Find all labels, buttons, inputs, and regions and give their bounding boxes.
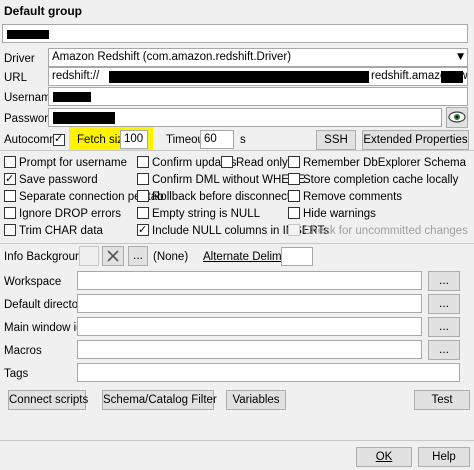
profile-name-input[interactable] <box>2 24 468 43</box>
option-hide-warnings[interactable]: Hide warnings <box>288 206 376 222</box>
default-directory-input[interactable] <box>77 294 422 313</box>
default-directory-label: Default directory <box>4 299 88 311</box>
password-input[interactable] <box>48 108 442 127</box>
checkbox[interactable] <box>4 207 16 219</box>
checkbox[interactable] <box>4 171 16 187</box>
chevron-down-icon[interactable]: ▼ <box>457 49 464 66</box>
help-button[interactable]: Help <box>418 447 470 467</box>
ssh-button[interactable]: SSH <box>316 130 356 150</box>
option-rollback-before-disconnect[interactable]: Rollback before disconnect <box>137 189 290 205</box>
tags-label: Tags <box>4 368 29 380</box>
driver-label: Driver <box>4 53 35 65</box>
option-check-uncommitted-changes[interactable]: Check for uncommitted changes <box>288 223 468 239</box>
option-remove-comments[interactable]: Remove comments <box>288 189 402 205</box>
option-confirm-dml[interactable]: Confirm DML without WHERE <box>137 172 305 188</box>
redaction-bar <box>7 30 49 39</box>
driver-value: Amazon Redshift (com.amazon.redshift.Dri… <box>52 51 292 63</box>
checkbox[interactable] <box>288 190 300 202</box>
fetch-size-input[interactable]: 100 <box>120 130 148 149</box>
macros-input[interactable] <box>77 340 422 359</box>
autocommit-checkbox[interactable] <box>53 132 65 146</box>
x-icon <box>107 250 119 262</box>
checkbox[interactable] <box>137 190 149 202</box>
divider <box>0 243 474 244</box>
schema-catalog-filter-button[interactable]: Schema/Catalog Filter <box>102 390 217 410</box>
redaction-bar <box>441 71 463 83</box>
checkbox[interactable] <box>288 207 300 219</box>
checkbox[interactable] <box>288 173 300 185</box>
macros-browse-button[interactable]: ... <box>428 340 460 360</box>
timeout-input[interactable]: 60 <box>200 130 234 149</box>
url-label: URL <box>4 72 28 84</box>
checkbox[interactable] <box>137 222 149 238</box>
option-save-password[interactable]: Save password <box>4 171 98 188</box>
default-directory-browse-button[interactable]: ... <box>428 294 460 314</box>
color-swatch[interactable] <box>79 246 99 266</box>
workspace-browse-button[interactable]: ... <box>428 271 460 291</box>
option-empty-string-null[interactable]: Empty string is NULL <box>137 206 260 222</box>
option-prompt-username[interactable]: Prompt for username <box>4 155 127 171</box>
extended-properties-button[interactable]: Extended Properties <box>362 130 469 150</box>
alternate-delimiter-input[interactable] <box>281 247 313 266</box>
option-store-completion-cache[interactable]: Store completion cache locally <box>288 172 458 188</box>
checkbox[interactable] <box>137 173 149 185</box>
clear-color-button[interactable] <box>102 246 124 266</box>
checkbox[interactable] <box>221 156 233 168</box>
option-remember-dbexplorer-schema[interactable]: Remember DbExplorer Schema <box>288 155 466 171</box>
tags-input[interactable] <box>77 363 460 382</box>
redaction-bar <box>53 112 115 124</box>
choose-color-button[interactable]: ... <box>128 246 148 266</box>
show-password-button[interactable] <box>446 107 468 128</box>
checkbox[interactable] <box>288 156 300 168</box>
checkbox[interactable] <box>4 224 16 236</box>
password-label: Password <box>4 113 55 125</box>
main-window-icon-input[interactable] <box>77 317 422 336</box>
url-input[interactable]: redshift:// redshift.amazonaws.com <box>48 67 468 86</box>
username-input[interactable] <box>48 87 468 106</box>
option-trim-char-data[interactable]: Trim CHAR data <box>4 223 103 239</box>
driver-select[interactable]: Amazon Redshift (com.amazon.redshift.Dri… <box>48 48 468 67</box>
eye-icon <box>448 111 466 123</box>
divider <box>0 440 474 441</box>
option-ignore-drop-errors[interactable]: Ignore DROP errors <box>4 206 121 222</box>
checkbox[interactable] <box>288 224 300 236</box>
option-read-only[interactable]: Read only <box>221 155 288 171</box>
url-prefix: redshift:// <box>52 70 100 82</box>
variables-button[interactable]: Variables <box>226 390 286 410</box>
connect-scripts-button[interactable]: Connect scripts <box>8 390 88 410</box>
redaction-bar <box>53 92 91 102</box>
macros-label: Macros <box>4 345 42 357</box>
workspace-label: Workspace <box>4 276 62 288</box>
workspace-input[interactable] <box>77 271 422 290</box>
window-title: Default group <box>4 4 82 18</box>
ok-button[interactable]: OK <box>356 447 412 467</box>
info-background-label: Info Background <box>4 251 88 263</box>
checkbox[interactable] <box>4 156 16 168</box>
color-none-label: (None) <box>153 251 189 263</box>
checkbox[interactable] <box>137 156 149 168</box>
test-button[interactable]: Test <box>414 390 470 410</box>
checkbox[interactable] <box>4 190 16 202</box>
checkbox[interactable] <box>137 207 149 219</box>
divider <box>0 150 474 151</box>
timeout-unit: s <box>240 134 246 146</box>
redaction-bar <box>109 71 369 83</box>
main-window-icon-browse-button[interactable]: ... <box>428 317 460 337</box>
